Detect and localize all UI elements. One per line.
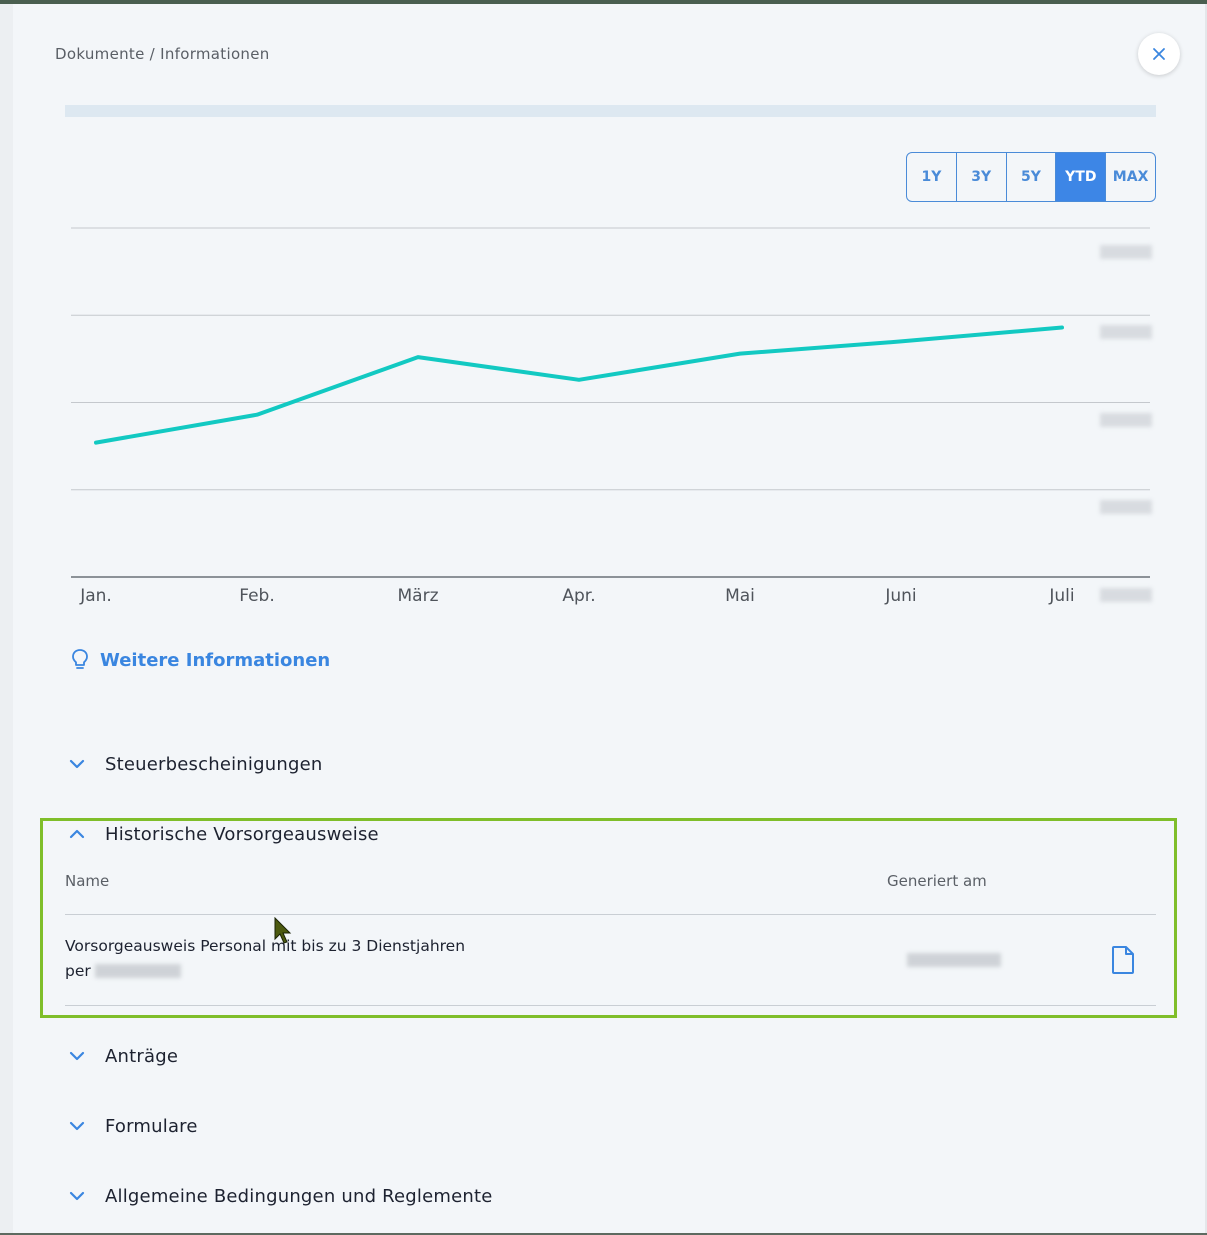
data-point [577, 378, 581, 382]
section-historische-vorsorgeausweise[interactable]: Historische Vorsorgeausweise [65, 822, 379, 846]
document-period-date-blurred [94, 964, 181, 978]
y-tick-label-blurred [1100, 588, 1152, 602]
y-tick-label-blurred [1100, 245, 1152, 259]
section-allgemeine-bedingungen[interactable]: Allgemeine Bedingungen und Reglemente [65, 1184, 493, 1208]
data-point [738, 352, 742, 356]
more-info-label: Weitere Informationen [100, 649, 331, 671]
more-info-link[interactable]: Weitere Informationen [70, 648, 330, 672]
section-title: Allgemeine Bedingungen und Reglemente [105, 1185, 493, 1207]
x-tick-label: Jan. [79, 586, 112, 606]
section-steuerbescheinigungen[interactable]: Steuerbescheinigungen [65, 752, 322, 776]
x-tick-label: März [398, 586, 439, 606]
document-icon [1112, 946, 1134, 974]
section-title: Steuerbescheinigungen [105, 753, 323, 775]
section-title: Historische Vorsorgeausweise [105, 823, 379, 845]
section-title: Anträge [105, 1045, 179, 1067]
document-period-prefix: per [65, 962, 91, 980]
lightbulb-icon [72, 649, 88, 669]
x-tick-label: Mai [725, 586, 755, 606]
generated-date-blurred [907, 953, 1001, 967]
data-point [416, 355, 420, 359]
document-download-button[interactable] [1110, 945, 1136, 979]
data-point [255, 413, 259, 417]
x-tick-label: Feb. [239, 586, 275, 606]
x-tick-label: Apr. [562, 586, 595, 606]
chevron-down-icon [69, 1191, 85, 1201]
x-tick-label: Juli [1048, 586, 1074, 606]
table-divider [65, 914, 1156, 915]
highlight-frame [40, 818, 1177, 1018]
section-antraege[interactable]: Anträge [65, 1044, 178, 1068]
y-tick-label-blurred [1100, 413, 1152, 427]
y-tick-label-blurred [1100, 500, 1152, 514]
mouse-cursor-icon [274, 917, 292, 944]
data-point [899, 339, 903, 343]
data-point [94, 441, 98, 445]
chevron-down-icon [69, 1121, 85, 1131]
data-point [1060, 325, 1064, 329]
section-formulare[interactable]: Formulare [65, 1114, 198, 1138]
document-period: per [65, 962, 181, 980]
y-tick-label-blurred [1100, 325, 1152, 339]
column-header-generated: Generiert am [887, 872, 987, 890]
chevron-up-icon [69, 829, 85, 839]
series-line [94, 325, 1064, 445]
column-header-name: Name [65, 872, 110, 890]
document-name: Vorsorgeausweis Personal mit bis zu 3 Di… [65, 937, 466, 955]
performance-line-chart: Jan. Feb. März Apr. Mai Juni Juli [71, 227, 1150, 606]
chevron-down-icon [69, 1051, 85, 1061]
table-divider [65, 1005, 1156, 1006]
chevron-down-icon [69, 759, 85, 769]
x-tick-label: Juni [884, 586, 916, 606]
section-title: Formulare [105, 1115, 198, 1137]
